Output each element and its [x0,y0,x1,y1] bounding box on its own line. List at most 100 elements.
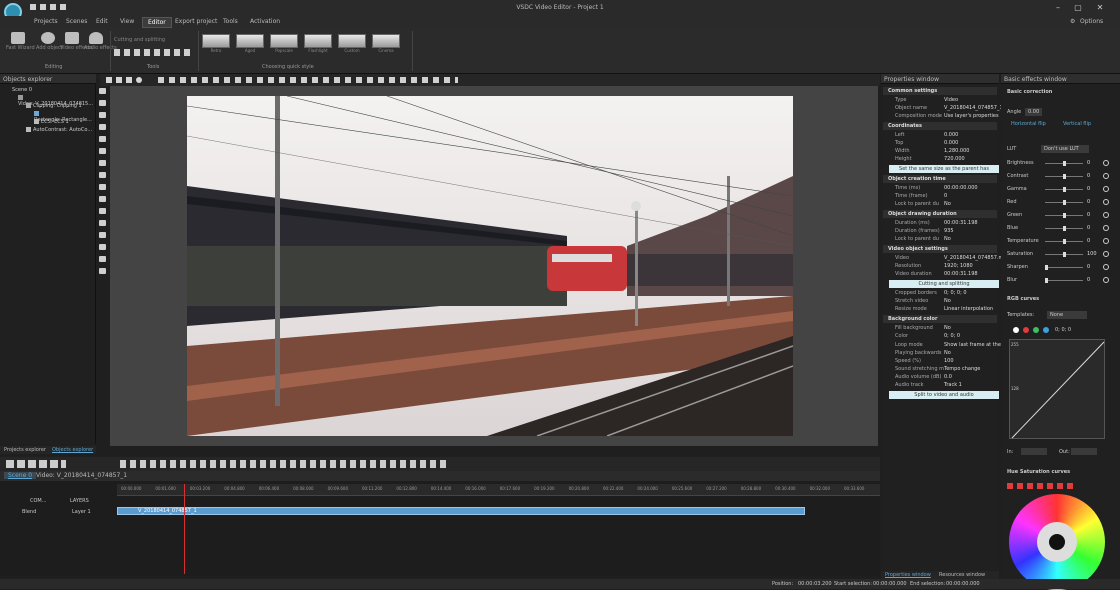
tool-icon[interactable] [99,184,106,190]
hue-channel-icons[interactable] [1007,483,1077,489]
adjustment-value[interactable]: 0 [1087,186,1090,192]
tool-icon[interactable] [99,124,106,130]
prop-value[interactable]: 00:00:31.198 [944,220,978,226]
prop-value[interactable]: Track 1 [944,382,962,388]
tree-item-scene[interactable]: Scene 0 [12,87,32,93]
tool-icon[interactable] [99,160,106,166]
adjustment-slider[interactable] [1045,213,1083,218]
basic-correction-section[interactable]: Basic correction [1007,89,1052,95]
prop-value[interactable]: No [944,236,951,242]
creation-time-section[interactable]: Object creation time [883,175,997,183]
adjustment-value[interactable]: 0 [1087,225,1090,231]
prop-value[interactable]: V_20180414_074857.m [944,255,1003,261]
tool-icon[interactable] [99,256,106,262]
prop-value[interactable]: No [944,201,951,207]
slider-knob[interactable] [1062,213,1066,218]
reset-icon[interactable] [1103,251,1109,257]
video-clip[interactable]: V_20180414_074857_1 [117,507,805,515]
background-color-section[interactable]: Background color [883,315,997,323]
close-icon[interactable]: ✕ [1094,3,1106,12]
adjustment-value[interactable]: 0 [1087,212,1090,218]
drawing-duration-section[interactable]: Object drawing duration [883,210,997,218]
gear-icon[interactable]: ⚙ [1070,18,1075,25]
menu-editor[interactable]: Editor [142,17,172,28]
templates-select[interactable]: None [1047,311,1087,319]
same-size-button[interactable]: Set the same size as the parent has [889,165,999,173]
maximize-icon[interactable]: ▢ [1072,3,1084,12]
video-frame[interactable] [187,96,793,436]
tool-icon[interactable] [99,196,106,202]
tools-icons-row[interactable] [114,49,194,56]
prop-value[interactable]: 720.000 [944,156,965,162]
adjustment-slider[interactable] [1045,265,1083,270]
quick-style-retro[interactable] [202,34,230,48]
pointer-icon[interactable] [99,88,106,94]
slider-knob[interactable] [1062,239,1066,244]
new-project-icon[interactable] [30,4,36,10]
tool-icon[interactable] [99,136,106,142]
prop-value[interactable]: 0.000 [944,132,958,138]
options-button[interactable]: Options [1080,18,1103,25]
reset-icon[interactable] [1103,225,1109,231]
prop-value[interactable]: Tempo change [944,366,980,372]
reset-icon[interactable] [1103,238,1109,244]
quick-style-custom[interactable] [338,34,366,48]
layer-name[interactable]: Layer 1 [72,509,91,515]
prop-value[interactable]: 0.000 [944,140,958,146]
reset-icon[interactable] [1103,212,1109,218]
blend-mode[interactable]: Blend [22,509,36,515]
slider-knob[interactable] [1062,226,1066,231]
reset-icon[interactable] [1103,199,1109,205]
cutting-splitting-prop-button[interactable]: Cutting and splitting [889,280,999,288]
close-tool-icon[interactable] [106,77,112,83]
tab-resources-window[interactable]: Resources window [937,572,987,578]
split-audio-button[interactable]: Split to video and audio [889,391,999,399]
menu-activation[interactable]: Activation [250,18,280,25]
tool-icon[interactable] [99,268,106,274]
reset-icon[interactable] [1103,264,1109,270]
adjustment-value[interactable]: 0 [1087,238,1090,244]
rgb-curve-editor[interactable] [1009,339,1105,439]
adjustment-slider[interactable] [1045,187,1083,192]
adjustment-value[interactable]: 0 [1087,160,1090,166]
adjustment-slider[interactable] [1045,239,1083,244]
prop-value[interactable]: 0; 0; 0 [944,333,960,339]
quick-style-popscale[interactable] [270,34,298,48]
menu-projects[interactable]: Projects [34,18,58,25]
adjustment-slider[interactable] [1045,252,1083,257]
menu-scenes[interactable]: Scenes [66,18,87,25]
alignment-tools-row[interactable] [158,77,458,83]
fast-wizard-button[interactable]: Fast Wizard [6,32,35,51]
hue-saturation-section[interactable]: Hue Saturation curves [1007,469,1070,475]
channel-green-icon[interactable] [1033,327,1039,333]
video-effects-button[interactable]: Video effects [60,32,93,51]
adjustment-value[interactable]: 100 [1087,251,1097,257]
reset-icon[interactable] [1103,173,1109,179]
cutting-splitting-button[interactable]: Cutting and splitting [114,37,165,43]
menu-tools[interactable]: Tools [223,18,238,25]
undo-icon[interactable] [60,4,66,10]
slider-knob[interactable] [1045,278,1048,283]
add-object-button[interactable]: Add object [36,32,63,51]
adjustment-value[interactable]: 0 [1087,199,1090,205]
reset-icon[interactable] [1103,186,1109,192]
menu-export-project[interactable]: Export project [175,18,217,25]
tool-icon[interactable] [99,232,106,238]
reset-icon[interactable] [1103,160,1109,166]
adjustment-value[interactable]: 0 [1087,264,1090,270]
adjustment-slider[interactable] [1045,278,1083,283]
prop-value[interactable]: 0; 0; 0; 0 [944,290,967,296]
quick-style-aged[interactable] [236,34,264,48]
tab-objects-explorer[interactable]: Objects explorer [50,447,95,453]
prop-value[interactable]: Use layer's properties [944,113,999,119]
tab-properties-window[interactable]: Properties window [883,572,933,578]
slider-knob[interactable] [1062,200,1066,205]
tool-icon[interactable] [99,208,106,214]
tab-projects-explorer[interactable]: Projects explorer [2,447,48,453]
prop-value[interactable]: 0 [944,193,947,199]
prop-value[interactable]: V_20180414_074857_1 [944,105,1003,111]
menu-view[interactable]: View [120,18,134,25]
prop-value[interactable]: No [944,298,951,304]
menu-edit[interactable]: Edit [96,18,108,25]
rgb-curves-section[interactable]: RGB curves [1007,296,1039,302]
